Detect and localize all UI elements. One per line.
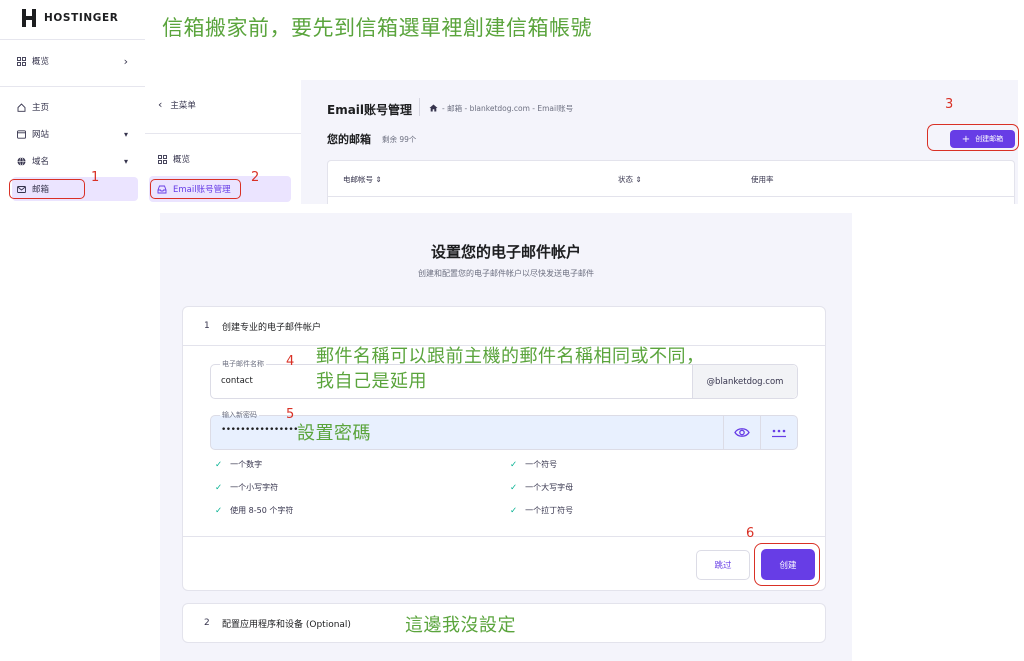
setup-subtitle: 创建和配置您的电子邮件帐户以尽快发送电子邮件 [418,269,594,278]
password-input[interactable]: •••••••••••••••• [221,425,298,435]
submenu-item-label: 概览 [173,155,191,165]
step-2-number: 2 [204,618,210,628]
sidebar-item-label: 网站 [32,130,50,140]
back-label: 主菜单 [170,100,196,111]
chevron-down-icon: ▾ [123,129,128,139]
email-domain-suffix: @blanketdog.com [692,365,797,398]
home-icon[interactable] [429,104,438,114]
requirement-text: 一个拉丁符号 [525,506,574,515]
password-requirement: ✓ 一个小写字符 [215,482,278,493]
sidebar-item-overview[interactable]: 概览 › [12,49,138,73]
breadcrumb[interactable]: - 邮箱 - blanketdog.com - Email账号 [429,103,573,114]
annotation-number-2: 2 [251,170,260,185]
dots-icon [771,423,787,442]
column-header-usage: 使用率 [751,175,774,184]
requirement-text: 一个数字 [230,460,263,469]
annotation-number-3: 3 [945,97,954,112]
check-icon: ✓ [510,505,518,516]
annotation-number-5: 5 [286,407,295,422]
brand-logo[interactable]: HOSTINGER [22,9,118,27]
sidebar-item-domains[interactable]: 域名 ▾ [12,149,138,173]
password-requirement: ✓ 使用 8-50 个字符 [215,505,293,516]
password-annotation: 設置密碼 [297,423,371,444]
breadcrumb-trail: - 邮箱 - blanketdog.com - Email账号 [442,104,574,113]
step-1-label: 创建专业的电子邮件帐户 [222,323,322,333]
sidebar-item-label: 概览 [32,57,50,67]
annotation-box-1 [9,179,85,199]
chevron-down-icon: ▾ [123,156,128,166]
grid-icon [157,154,167,164]
annotation-box-2 [150,179,241,199]
check-icon: ✓ [215,482,223,493]
generate-password-button[interactable] [760,416,797,449]
chevron-right-icon: › [123,54,128,68]
sidebar-divider [0,86,145,87]
requirement-text: 一个小写字符 [230,483,279,492]
requirement-text: 一个符号 [525,460,558,469]
check-icon: ✓ [510,459,518,470]
home-icon [16,102,26,112]
sidebar-item-label: 域名 [32,157,50,167]
step-2-label: 配置应用程序和设备 (Optional) [222,620,351,630]
setup-title: 设置您的电子邮件帐户 [430,243,581,261]
password-requirement: ✓ 一个大写字母 [510,482,573,493]
column-header-email[interactable]: 电邮帐号 ⇕ [343,174,382,185]
globe-icon [16,156,26,166]
eye-icon [734,423,750,442]
table-divider [327,196,1015,197]
annotation-number-4: 4 [286,354,295,369]
brand-name: HOSTINGER [44,12,119,24]
breadcrumb-divider [419,98,420,116]
sidebar-divider [0,39,145,40]
annotation-number-1: 1 [91,170,100,185]
check-icon: ✓ [215,505,223,516]
sidebar-item-label: 主页 [32,103,50,113]
sidebar-item-websites[interactable]: 网站 ▾ [12,122,138,146]
annotation-box-3 [927,124,1019,151]
password-requirement: ✓ 一个符号 [510,459,557,470]
chevron-left-icon: ‹ [158,98,163,111]
annotation-box-6 [754,543,820,586]
requirement-text: 使用 8-50 个字符 [230,506,294,515]
mailbox-table [327,160,1015,204]
hostinger-logo-icon [22,9,36,27]
browser-icon [16,129,26,139]
check-icon: ✓ [510,482,518,493]
email-name-input[interactable]: contact [221,376,253,386]
email-name-label: 电子邮件名称 [220,359,266,369]
password-label: 输入新密码 [220,410,259,420]
step-2-annotation: 這邊我沒設定 [405,615,516,636]
submenu-divider [145,133,301,134]
step-1-number: 1 [204,321,210,331]
show-password-button[interactable] [723,416,760,449]
password-requirement: ✓ 一个数字 [215,459,262,470]
sidebar-item-home[interactable]: 主页 [12,95,138,119]
mailbox-section-title: 您的邮箱 [327,133,371,146]
annotation-number-6: 6 [746,526,755,541]
skip-button[interactable]: 跳过 [696,550,750,580]
column-header-status[interactable]: 状态 ⇕ [618,174,642,185]
check-icon: ✓ [215,459,223,470]
password-requirement: ✓ 一个拉丁符号 [510,505,573,516]
requirement-text: 一个大写字母 [525,483,574,492]
email-name-annotation-line1: 郵件名稱可以跟前主機的郵件名稱相同或不同， [316,346,705,367]
email-name-annotation-line2: 我自己是延用 [316,371,427,392]
submenu-item-overview[interactable]: 概览 [149,146,291,172]
page-title: Email账号管理 [327,103,413,117]
back-to-main-menu[interactable]: ‹ 主菜单 [158,98,196,111]
grid-icon [16,56,26,66]
mailbox-remaining-count: 剩余 99个 [382,135,417,144]
step-1-footer-divider [183,536,825,537]
heading-annotation: 信箱搬家前，要先到信箱選單裡創建信箱帳號 [162,16,592,40]
